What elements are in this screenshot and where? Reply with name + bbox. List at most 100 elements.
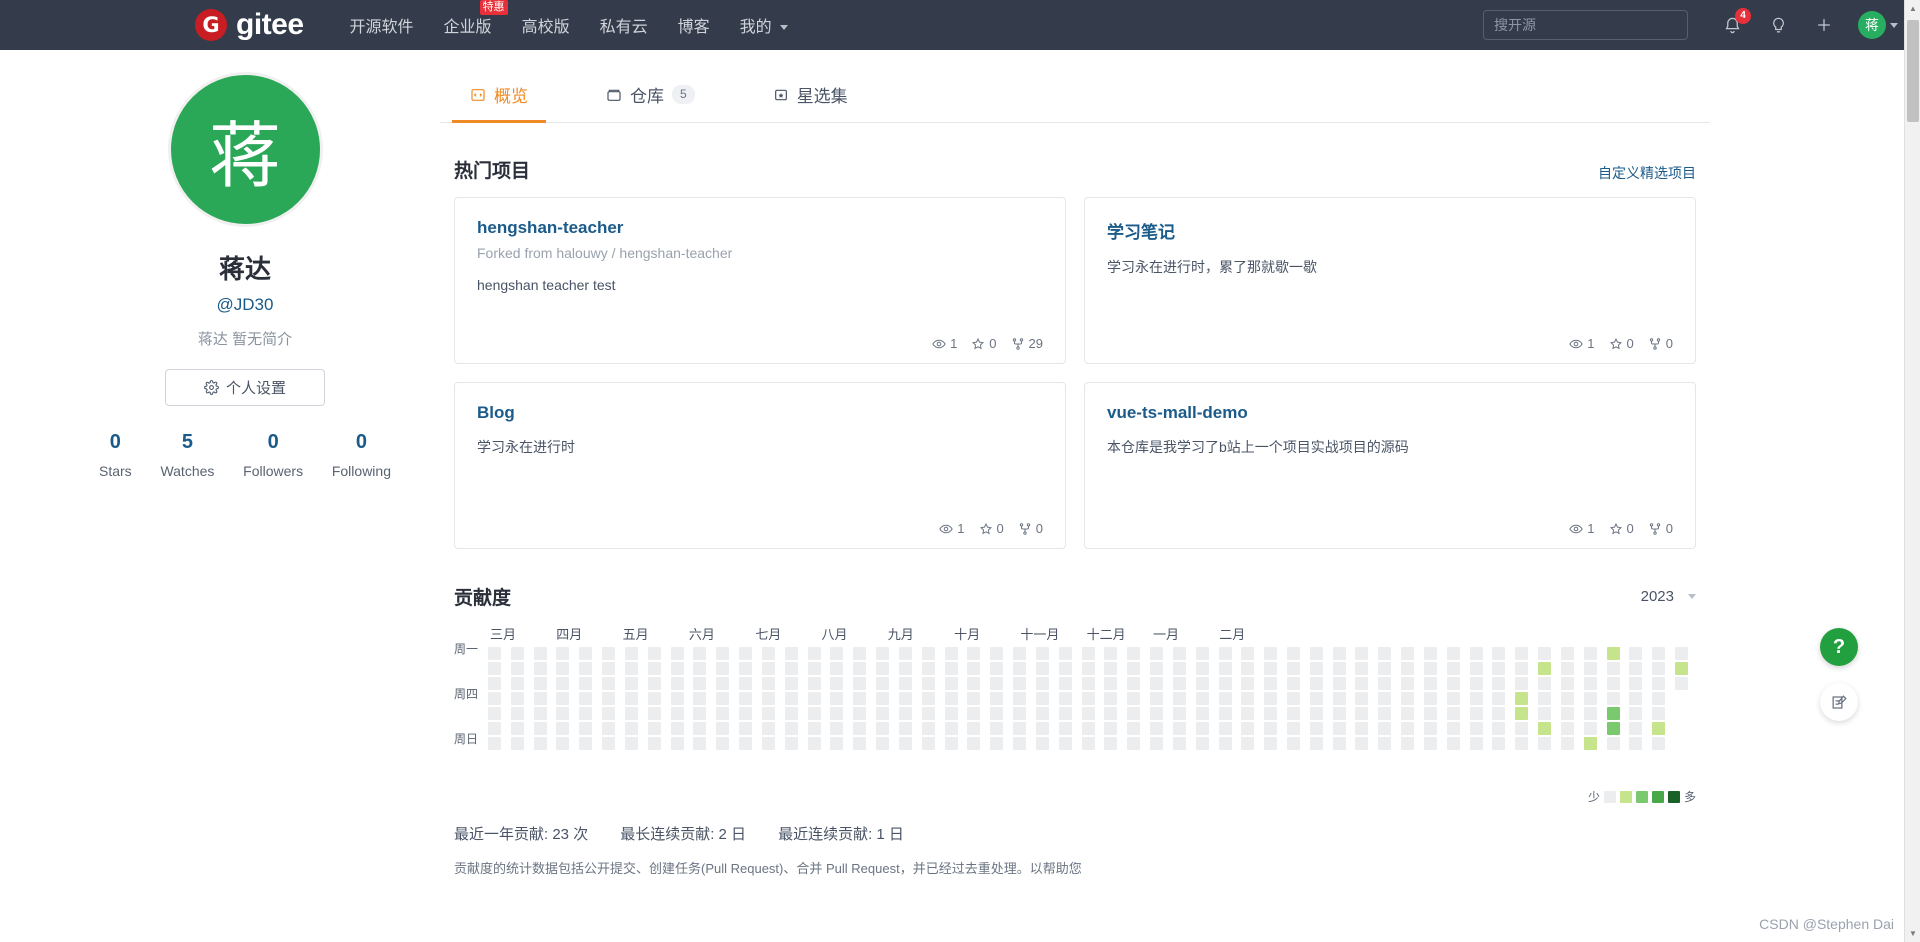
- contribution-cell[interactable]: [1150, 647, 1164, 660]
- contribution-cell[interactable]: [1583, 722, 1597, 735]
- contribution-cell[interactable]: [921, 662, 935, 675]
- contribution-cell[interactable]: [1172, 692, 1186, 705]
- contribution-cell[interactable]: [1332, 647, 1346, 660]
- contribution-cell[interactable]: [1081, 692, 1095, 705]
- contribution-cell[interactable]: [1241, 647, 1255, 660]
- contribution-cell[interactable]: [1127, 707, 1141, 720]
- contribution-cell[interactable]: [1058, 737, 1072, 750]
- contribution-cell[interactable]: [1264, 737, 1278, 750]
- contribution-cell[interactable]: [761, 692, 775, 705]
- contribution-cell[interactable]: [1675, 737, 1688, 750]
- contribution-cell[interactable]: [1035, 647, 1049, 660]
- contribution-cell[interactable]: [602, 722, 616, 735]
- contribution-cell[interactable]: [784, 647, 798, 660]
- contribution-cell[interactable]: [1492, 692, 1506, 705]
- contribution-cell[interactable]: [1127, 737, 1141, 750]
- contribution-cell[interactable]: [1378, 647, 1392, 660]
- project-card[interactable]: vue-ts-mall-demo 本仓库是我学习了b站上一个项目实战项目的源码 …: [1084, 382, 1696, 549]
- contribution-cell[interactable]: [1172, 647, 1186, 660]
- contribution-cell[interactable]: [1264, 647, 1278, 660]
- contribution-cell[interactable]: [1332, 737, 1346, 750]
- contribution-cell[interactable]: [693, 662, 707, 675]
- contribution-cell[interactable]: [533, 707, 547, 720]
- contribution-cell[interactable]: [670, 707, 684, 720]
- contribution-cell[interactable]: [784, 692, 798, 705]
- contribution-cell[interactable]: [1423, 707, 1437, 720]
- project-card[interactable]: 学习笔记 学习永在进行时，累了那就歇一歇 1 0 0: [1084, 197, 1696, 364]
- contribution-cell[interactable]: [967, 662, 981, 675]
- contribution-cell[interactable]: [556, 722, 570, 735]
- contribution-cell[interactable]: [670, 677, 684, 690]
- nav-link-private-cloud[interactable]: 私有云: [600, 13, 648, 37]
- contribution-cell[interactable]: [716, 662, 730, 675]
- contribution-cell[interactable]: [488, 662, 501, 675]
- contribution-cell[interactable]: [898, 677, 912, 690]
- contribution-cell[interactable]: [488, 647, 501, 660]
- contribution-cell[interactable]: [739, 677, 753, 690]
- contribution-cell[interactable]: [876, 677, 890, 690]
- contribution-cell[interactable]: [807, 707, 821, 720]
- contribution-cell[interactable]: [1469, 737, 1483, 750]
- contribution-cell[interactable]: [1538, 737, 1552, 750]
- contribution-cell[interactable]: [1469, 722, 1483, 735]
- contribution-cell[interactable]: [670, 647, 684, 660]
- contribution-cell[interactable]: [967, 692, 981, 705]
- stat-watches[interactable]: 5 Watches: [160, 431, 214, 479]
- contribution-cell[interactable]: [1652, 722, 1666, 735]
- contribution-cell[interactable]: [1104, 647, 1118, 660]
- gitee-logo[interactable]: G gitee: [195, 8, 304, 42]
- contribution-cell[interactable]: [1127, 647, 1141, 660]
- contribution-cell[interactable]: [670, 692, 684, 705]
- contribution-cell[interactable]: [1195, 677, 1209, 690]
- contribution-cell[interactable]: [1104, 707, 1118, 720]
- tab-star-collection[interactable]: 星选集: [755, 72, 866, 123]
- contribution-cell[interactable]: [807, 662, 821, 675]
- contribution-cell[interactable]: [579, 662, 593, 675]
- contribution-cell[interactable]: [739, 662, 753, 675]
- stat-stars[interactable]: 0 Stars: [99, 431, 132, 479]
- contribution-cell[interactable]: [830, 647, 844, 660]
- contribution-cell[interactable]: [1538, 722, 1552, 735]
- contribution-cell[interactable]: [1515, 737, 1529, 750]
- contribution-cell[interactable]: [488, 707, 501, 720]
- contribution-cell[interactable]: [1309, 677, 1323, 690]
- contribution-cell[interactable]: [579, 677, 593, 690]
- nav-link-blog[interactable]: 博客: [678, 13, 710, 37]
- contribution-cell[interactable]: [921, 722, 935, 735]
- contribution-cell[interactable]: [1195, 707, 1209, 720]
- contribution-cell[interactable]: [1606, 662, 1620, 675]
- contribution-cell[interactable]: [1492, 677, 1506, 690]
- contribution-cell[interactable]: [784, 707, 798, 720]
- contribution-cell[interactable]: [784, 662, 798, 675]
- contribution-cell[interactable]: [488, 677, 501, 690]
- contribution-cell[interactable]: [944, 677, 958, 690]
- contribution-cell[interactable]: [1218, 692, 1232, 705]
- contribution-cell[interactable]: [1218, 737, 1232, 750]
- watch-count[interactable]: 1: [1569, 336, 1595, 351]
- contribution-cell[interactable]: [1652, 692, 1666, 705]
- contribution-cell[interactable]: [967, 737, 981, 750]
- contribution-cell[interactable]: [1629, 662, 1643, 675]
- contribution-cell[interactable]: [533, 722, 547, 735]
- contribution-cell[interactable]: [1127, 722, 1141, 735]
- contribution-cell[interactable]: [647, 677, 661, 690]
- contribution-cell[interactable]: [1401, 722, 1415, 735]
- contribution-cell[interactable]: [1492, 662, 1506, 675]
- contribution-cell[interactable]: [579, 647, 593, 660]
- contribution-cell[interactable]: [602, 737, 616, 750]
- contribution-cell[interactable]: [1195, 722, 1209, 735]
- contribution-cell[interactable]: [693, 647, 707, 660]
- contribution-cell[interactable]: [967, 677, 981, 690]
- contribution-cell[interactable]: [1058, 677, 1072, 690]
- contribution-cell[interactable]: [624, 692, 638, 705]
- contribution-cell[interactable]: [1378, 722, 1392, 735]
- contribution-cell[interactable]: [761, 737, 775, 750]
- fork-repo-link[interactable]: hengshan-teacher: [619, 245, 732, 261]
- contribution-cell[interactable]: [1241, 737, 1255, 750]
- customize-featured-projects-link[interactable]: 自定义精选项目: [1598, 163, 1696, 183]
- contribution-cell[interactable]: [1264, 692, 1278, 705]
- contribution-cell[interactable]: [1652, 662, 1666, 675]
- contribution-cell[interactable]: [1629, 722, 1643, 735]
- contribution-cell[interactable]: [1035, 662, 1049, 675]
- contribution-cell[interactable]: [1560, 737, 1574, 750]
